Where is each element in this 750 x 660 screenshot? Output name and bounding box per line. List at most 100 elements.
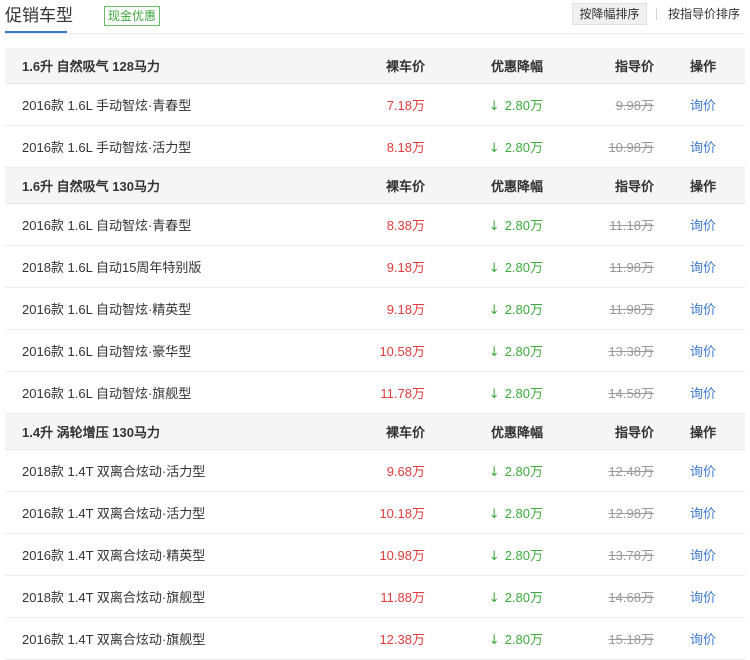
bare-price: 9.68万 [386,464,425,479]
inquire-price-link[interactable]: 询价 [690,218,716,233]
msrp-price: 14.58万 [608,386,654,401]
column-header-action: 操作 [690,59,717,74]
inquire-price-link[interactable]: 询价 [690,632,716,647]
discount-cell: 2.80万 [425,383,543,402]
discount-amount: 2.80万 [504,590,543,605]
promo-header: 促销车型 现金优惠 按降幅排序 按指导价排序 [0,0,750,34]
discount-cell: 2.80万 [425,629,543,648]
column-header-msrp: 指导价 [614,425,654,440]
inquire-price-link[interactable]: 询价 [690,344,716,359]
inquire-price-link[interactable]: 询价 [690,506,716,521]
down-arrow-icon [489,218,500,233]
bare-price: 10.18万 [379,506,425,521]
msrp-price: 9.98万 [615,98,654,113]
discount-cell: 2.80万 [425,257,543,276]
cash-discount-badge: 现金优惠 [104,6,161,26]
inquire-price-link[interactable]: 询价 [690,302,716,317]
page-title: 促销车型 [5,6,73,25]
action-cell: 询价 [654,299,745,318]
inquire-price-link[interactable]: 询价 [690,548,716,563]
table-row: 2016款 1.4T 双离合炫动·活力型 10.18万 2.80万 12.98万… [5,492,745,534]
down-arrow-icon [489,590,500,605]
column-header-action: 操作 [690,179,717,194]
model-name: 2016款 1.6L 自动智炫·青春型 [22,218,192,233]
column-header-action: 操作 [690,425,717,440]
model-name: 2018款 1.4T 双离合炫动·旗舰型 [22,590,206,605]
msrp-price: 12.48万 [608,464,654,479]
bare-price: 10.98万 [379,548,425,563]
sort-by-msrp-button[interactable]: 按指导价排序 [662,3,746,25]
inquire-price-link[interactable]: 询价 [690,464,716,479]
msrp-price: 13.38万 [608,344,654,359]
discount-cell: 2.80万 [425,215,543,234]
discount-amount: 2.80万 [504,302,543,317]
table-row: 2016款 1.4T 双离合炫动·精英型 10.98万 2.80万 13.78万… [5,534,745,576]
down-arrow-icon [489,260,500,275]
model-name: 2016款 1.6L 自动智炫·旗舰型 [22,386,192,401]
msrp-price: 11.18万 [609,218,654,233]
table-row: 2018款 1.4T 双离合炫动·旗舰型 11.88万 2.80万 14.68万… [5,576,745,618]
msrp-price: 15.18万 [608,632,654,647]
table-row: 2016款 1.6L 自动智炫·精英型 9.18万 2.80万 11.98万 询… [5,288,745,330]
column-header-price: 裸车价 [385,59,425,74]
msrp-price: 10.98万 [608,140,654,155]
msrp-price: 13.78万 [608,548,654,563]
action-cell: 询价 [654,257,745,276]
group-name: 1.6升 自然吸气 130马力 [22,179,160,194]
action-cell: 询价 [654,587,745,606]
model-name: 2018款 1.4T 双离合炫动·活力型 [22,464,206,479]
discount-cell: 2.80万 [425,95,543,114]
table-row: 2016款 1.6L 自动智炫·豪华型 10.58万 2.80万 13.38万 … [5,330,745,372]
msrp-price: 11.98万 [609,302,654,317]
header-divider [5,33,745,34]
model-name: 2016款 1.4T 双离合炫动·旗舰型 [22,632,206,647]
down-arrow-icon [489,548,500,563]
table-row: 2016款 1.6L 手动智炫·青春型 7.18万 2.80万 9.98万 询价 [5,84,745,126]
table-row: 2016款 1.6L 自动智炫·青春型 8.38万 2.80万 11.18万 询… [5,204,745,246]
action-cell: 询价 [654,341,745,360]
inquire-price-link[interactable]: 询价 [690,386,716,401]
discount-amount: 2.80万 [504,548,543,563]
inquire-price-link[interactable]: 询价 [690,98,716,113]
discount-cell: 2.80万 [425,545,543,564]
model-name: 2016款 1.6L 手动智炫·活力型 [22,140,192,155]
sort-by-discount-button[interactable]: 按降幅排序 [572,3,647,25]
bare-price: 12.38万 [379,632,425,647]
group-header: 1.6升 自然吸气 128马力 裸车价 优惠降幅 指导价 操作 [5,48,745,84]
discount-cell: 2.80万 [425,299,543,318]
bare-price: 11.88万 [380,590,425,605]
table-row: 2018款 1.4T 双离合炫动·活力型 9.68万 2.80万 12.48万 … [5,450,745,492]
down-arrow-icon [489,386,500,401]
model-name: 2016款 1.6L 手动智炫·青春型 [22,98,192,113]
discount-amount: 2.80万 [504,98,543,113]
column-header-price: 裸车价 [385,179,425,194]
inquire-price-link[interactable]: 询价 [690,590,716,605]
action-cell: 询价 [654,461,745,480]
table-row: 2018款 1.6L 自动15周年特别版 9.18万 2.80万 11.98万 … [5,246,745,288]
column-header-discount: 优惠降幅 [490,59,543,74]
down-arrow-icon [489,632,500,647]
discount-cell: 2.80万 [425,137,543,156]
discount-cell: 2.80万 [425,461,543,480]
bare-price: 7.18万 [386,98,425,113]
msrp-price: 11.98万 [609,260,654,275]
action-cell: 询价 [654,503,745,522]
discount-amount: 2.80万 [504,140,543,155]
bare-price: 8.38万 [386,218,425,233]
discount-amount: 2.80万 [504,218,543,233]
down-arrow-icon [489,302,500,317]
discount-amount: 2.80万 [504,260,543,275]
down-arrow-icon [489,506,500,521]
promo-table: 1.6升 自然吸气 128马力 裸车价 优惠降幅 指导价 操作 2016款 1.… [5,48,745,660]
down-arrow-icon [489,98,500,113]
bare-price: 10.58万 [379,344,425,359]
action-cell: 询价 [654,383,745,402]
model-name: 2016款 1.4T 双离合炫动·活力型 [22,506,206,521]
column-header-msrp: 指导价 [614,179,654,194]
action-cell: 询价 [654,137,745,156]
discount-amount: 2.80万 [504,464,543,479]
bare-price: 11.78万 [380,386,425,401]
inquire-price-link[interactable]: 询价 [690,260,716,275]
inquire-price-link[interactable]: 询价 [690,140,716,155]
action-cell: 询价 [654,629,745,648]
